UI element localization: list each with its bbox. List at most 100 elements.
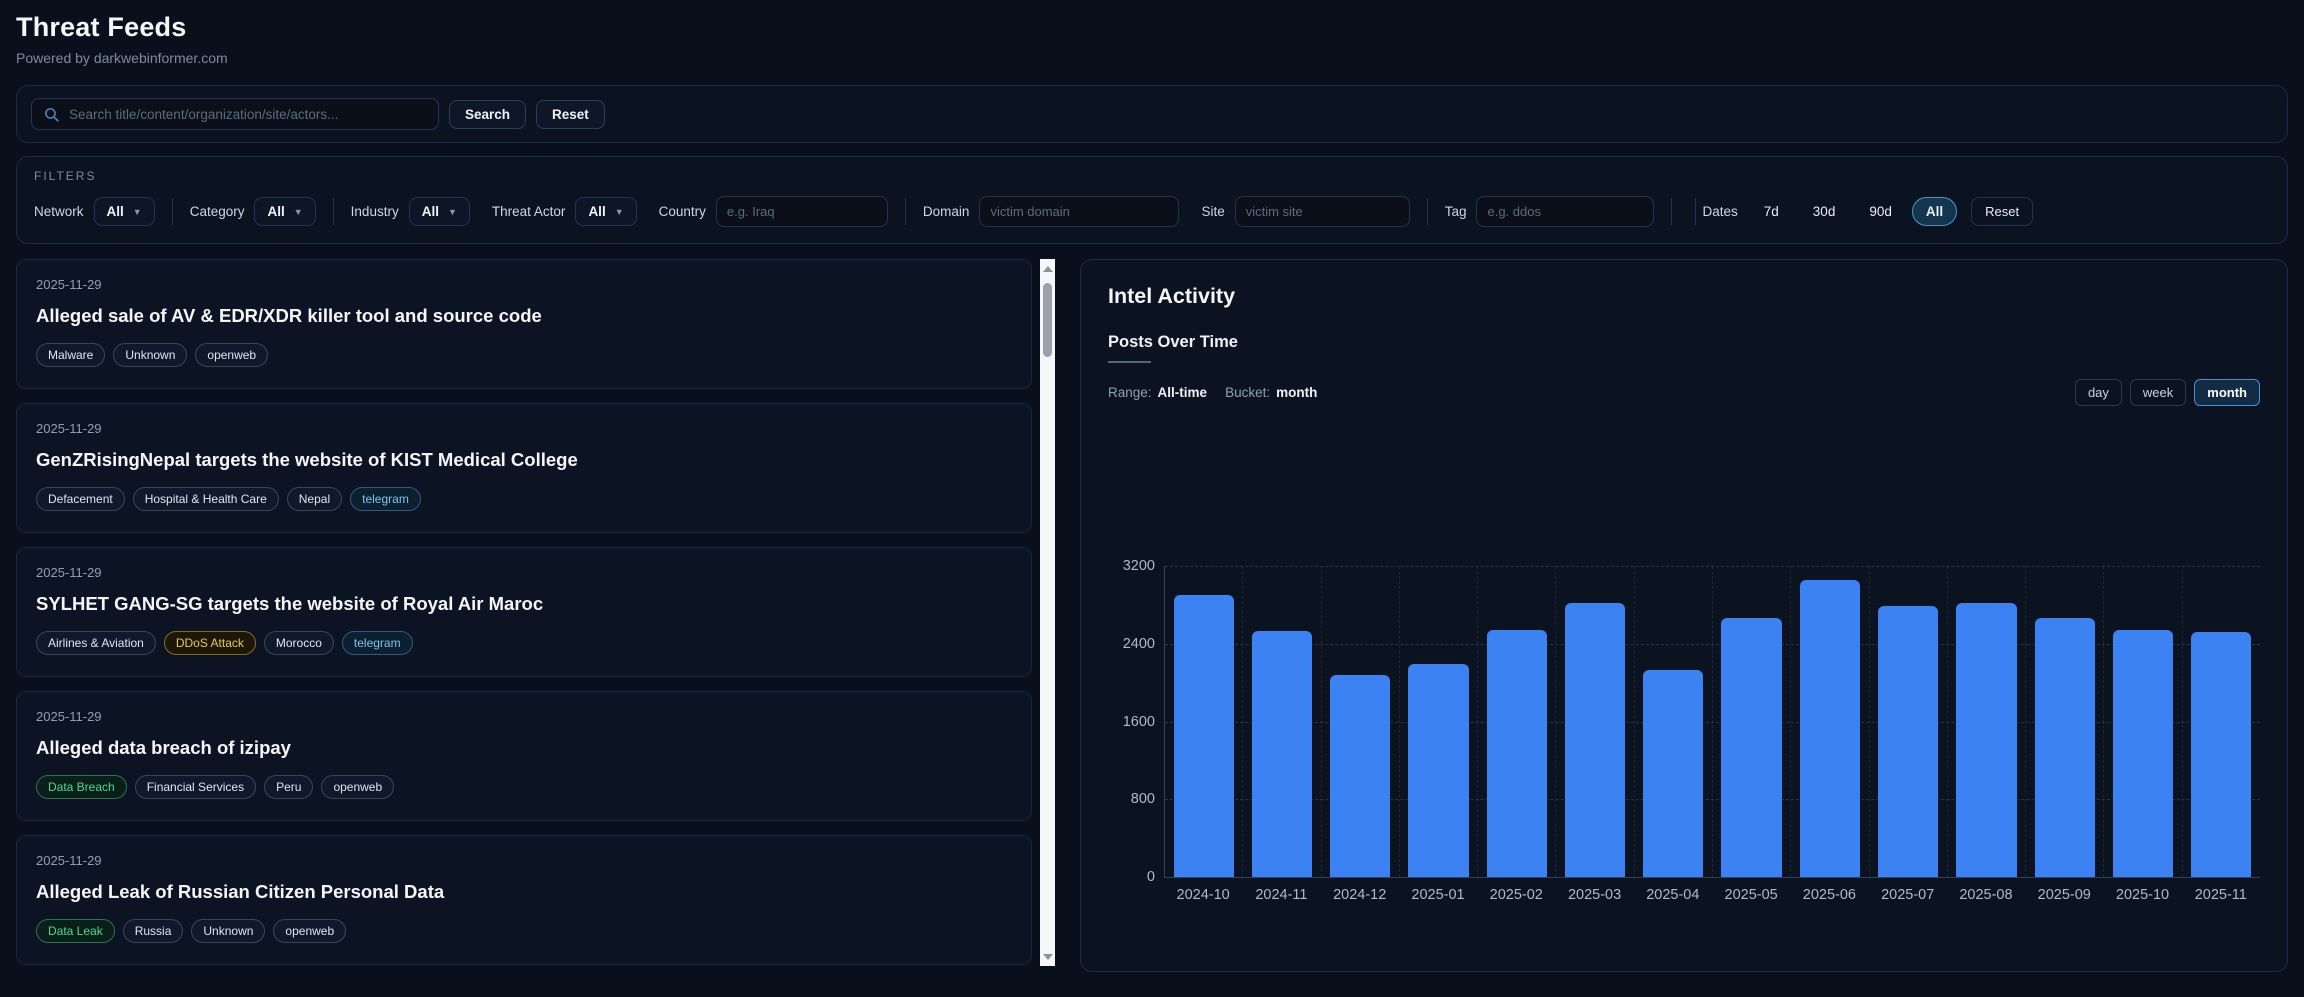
country-input[interactable] [716,196,888,227]
scroll-down-arrow-icon[interactable] [1040,949,1055,964]
feed-item[interactable]: 2025-11-29SYLHET GANG-SG targets the web… [16,547,1032,677]
tag-telegram[interactable]: telegram [350,487,421,511]
bar-2025-10[interactable] [2113,630,2173,877]
bucket-option-month[interactable]: month [2194,379,2260,406]
tag-defacement[interactable]: Defacement [36,487,125,511]
tag-openweb[interactable]: openweb [273,919,346,943]
bar-2025-04[interactable] [1643,670,1703,877]
tag-unknown[interactable]: Unknown [191,919,265,943]
feed-item-title[interactable]: Alleged data breach of izipay [36,737,1012,759]
tag-financial-services[interactable]: Financial Services [135,775,256,799]
dates-option-90d[interactable]: 90d [1855,197,1906,226]
bar-2025-05[interactable] [1721,618,1781,877]
filters-row: Network All▼ Category All▼ Industry All▼ [34,196,2270,227]
feed-item[interactable]: 2025-11-29 Alleged sale of AV & EDR/XDR k… [16,259,1032,389]
tag-malware[interactable]: Malware [36,343,105,367]
search-box[interactable] [31,98,439,130]
x-tick-2025-02: 2025-02 [1477,887,1555,903]
tag-data-breach[interactable]: Data Breach [36,775,127,799]
bar-2024-11[interactable] [1252,631,1312,877]
bucket-option-day[interactable]: day [2075,379,2122,406]
feed-item-title[interactable]: GenZRisingNepal targets the website of K… [36,449,1012,471]
filter-divider [1671,198,1672,225]
bar-2025-11[interactable] [2191,632,2251,877]
tag-hospital-health-care[interactable]: Hospital & Health Care [133,487,279,511]
feed-item-title[interactable]: Alleged Leak of Russian Citizen Personal… [36,881,1012,903]
feed-item-tags: Defacement Hospital & Health Care Nepal tel… [36,487,1012,511]
range-label: Range: [1108,385,1152,400]
feed-item-date: 2025-11-29 [36,277,1012,292]
bar-2025-06[interactable] [1800,580,1860,877]
x-tick-2025-04: 2025-04 [1634,887,1712,903]
range-row: Range: All-time Bucket: month dayweekmon… [1108,379,2260,406]
search-input[interactable] [69,107,427,122]
dates-option-all[interactable]: All [1912,197,1957,226]
bar-2025-07[interactable] [1878,606,1938,877]
network-select[interactable]: All▼ [94,197,155,226]
feed-item-title[interactable]: SYLHET GANG-SG targets the website of Ro… [36,593,1012,615]
category-select[interactable]: All▼ [254,197,315,226]
bar-2024-12[interactable] [1330,675,1390,877]
filters-reset-button[interactable]: Reset [1971,197,2033,226]
chevron-down-icon: ▼ [615,207,624,217]
bar-2025-03[interactable] [1565,603,1625,877]
tag-peru[interactable]: Peru [264,775,313,799]
bar-slot-2024-11 [1243,566,1321,877]
bar-2025-09[interactable] [2035,618,2095,877]
chart-x-axis-labels: 2024-102024-112024-122025-012025-022025-… [1164,887,2260,903]
chart-bars [1165,566,2260,877]
tag-airlines-aviation[interactable]: Airlines & Aviation [36,631,156,655]
x-tick-2025-07: 2025-07 [1869,887,1947,903]
filter-dates: Dates 7d30d90dAll [1702,197,1957,226]
bucket-value: month [1276,385,1317,400]
tag-unknown[interactable]: Unknown [113,343,187,367]
threat-actor-select[interactable]: All▼ [575,197,636,226]
tag-openweb[interactable]: openweb [195,343,268,367]
feed-item-title[interactable]: Alleged sale of AV & EDR/XDR killer tool… [36,305,1012,327]
feed-item[interactable]: 2025-11-29GenZRisingNepal targets the we… [16,403,1032,533]
tag-nepal[interactable]: Nepal [287,487,342,511]
filter-threat-actor: Threat Actor All▼ [492,197,637,226]
tag-russia[interactable]: Russia [123,919,184,943]
bar-2025-02[interactable] [1487,630,1547,877]
tag-ddos-attack[interactable]: DDoS Attack [164,631,256,655]
bar-slot-2025-10 [2104,566,2182,877]
dates-option-30d[interactable]: 30d [1799,197,1850,226]
tag-label: Tag [1445,204,1467,219]
bar-2024-10[interactable] [1174,595,1234,877]
date-range-pills: 7d30d90dAll [1750,197,1957,226]
tag-data-leak[interactable]: Data Leak [36,919,115,943]
y-tick-0: 0 [1109,869,1155,885]
category-label: Category [190,204,245,219]
tag-openweb[interactable]: openweb [321,775,394,799]
feed-item-tags: Airlines & Aviation DDoS Attack Morocco tel… [36,631,1012,655]
bar-2025-08[interactable] [1956,603,2016,877]
posts-over-time-chart: 0800160024003200 2024-102024-112024-1220… [1108,566,2260,903]
feed-item-tags: Malware Unknown openweb [36,343,1012,367]
scroll-up-arrow-icon[interactable] [1040,261,1055,276]
feed-item[interactable]: 2025-11-29Alleged Leak of Russian Citize… [16,835,1032,965]
bar-slot-2025-08 [1948,566,2026,877]
x-tick-2025-06: 2025-06 [1790,887,1868,903]
filter-country: Country [659,196,888,227]
site-input[interactable] [1235,196,1410,227]
bar-slot-2025-09 [2026,566,2104,877]
tag-input[interactable] [1476,196,1654,227]
chevron-down-icon: ▼ [133,207,142,217]
industry-select[interactable]: All▼ [409,197,470,226]
dates-option-7d[interactable]: 7d [1750,197,1793,226]
bucket-option-week[interactable]: week [2130,379,2186,406]
tag-morocco[interactable]: Morocco [264,631,334,655]
domain-input[interactable] [979,196,1179,227]
bar-slot-2025-01 [1400,566,1478,877]
search-button[interactable]: Search [449,100,526,129]
search-reset-button[interactable]: Reset [536,100,605,129]
feed-item[interactable]: 2025-11-29Alleged data breach of izipayD… [16,691,1032,821]
page-subtitle: Powered by darkwebinformer.com [16,50,2288,66]
x-tick-2025-03: 2025-03 [1555,887,1633,903]
scrollbar-thumb[interactable] [1043,283,1052,357]
feed-scrollbar[interactable] [1040,259,1055,966]
feed-list: 2025-11-29 Alleged sale of AV & EDR/XDR k… [16,259,1032,979]
tag-telegram[interactable]: telegram [342,631,413,655]
bar-2025-01[interactable] [1408,664,1468,877]
